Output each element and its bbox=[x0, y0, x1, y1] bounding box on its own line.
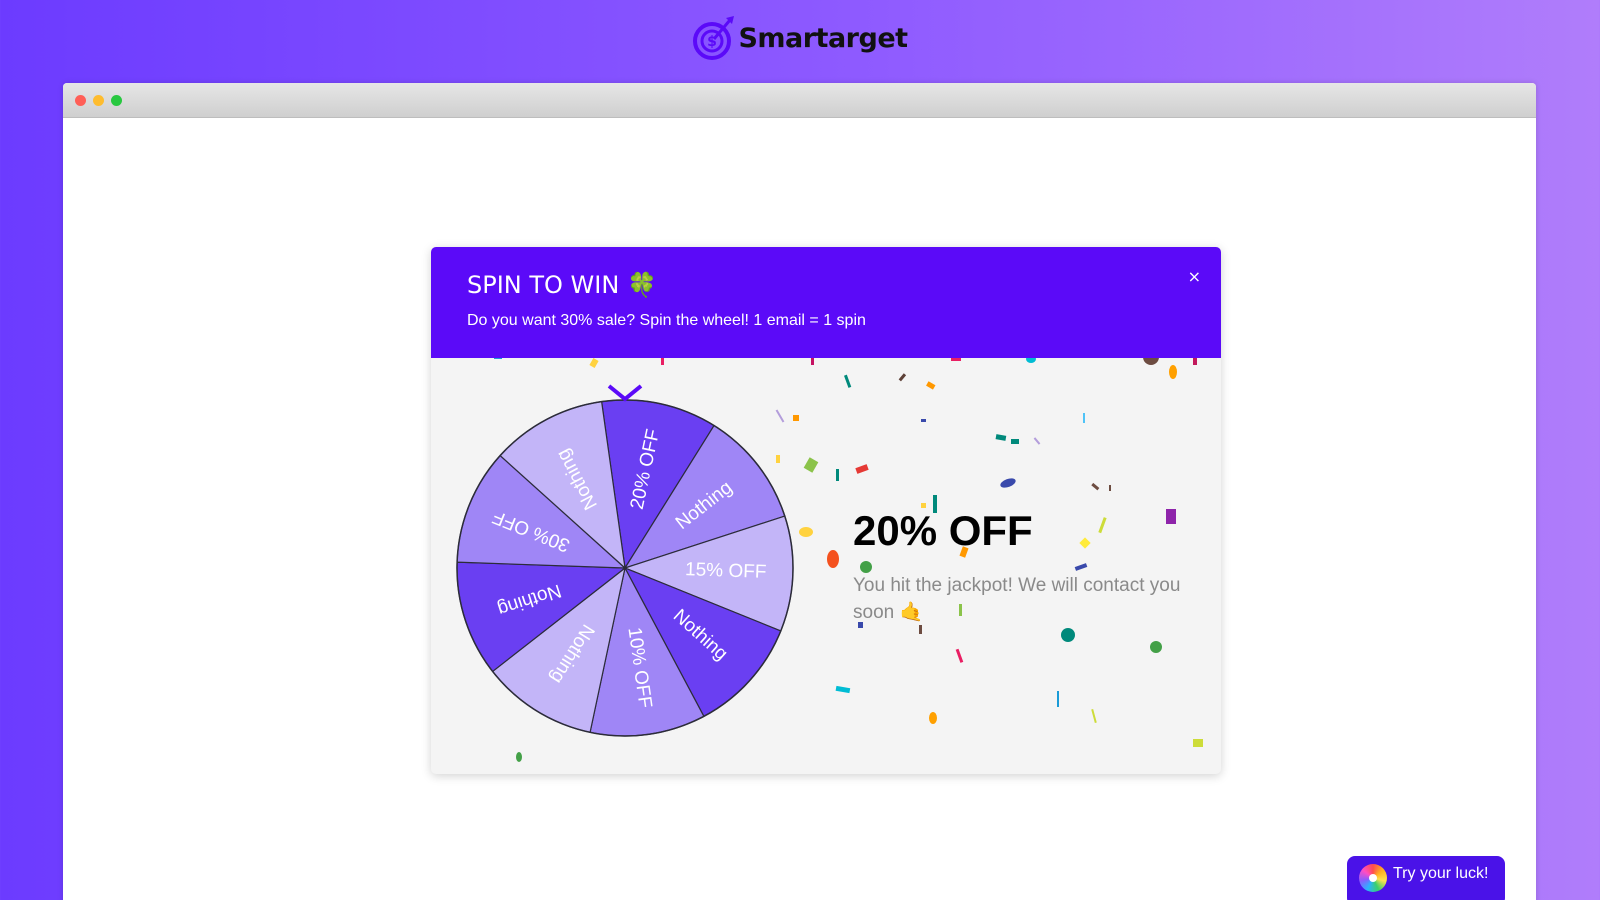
popup-title: SPIN TO WIN 🍀 bbox=[467, 271, 657, 299]
target-logo-icon: $ bbox=[693, 16, 735, 60]
wheel-icon bbox=[1359, 864, 1387, 892]
try-your-luck-label: Try your luck! bbox=[1393, 865, 1489, 882]
spin-popup: SPIN TO WIN 🍀 Do you want 30% sale? Spin… bbox=[431, 247, 1221, 774]
close-window-dot[interactable] bbox=[75, 94, 86, 106]
result-message: You hit the jackpot! We will contact you… bbox=[853, 575, 1181, 623]
close-button[interactable]: × bbox=[1188, 267, 1201, 286]
popup-header: SPIN TO WIN 🍀 Do you want 30% sale? Spin… bbox=[431, 247, 1221, 358]
minimize-window-dot[interactable] bbox=[93, 94, 104, 106]
maximize-window-dot[interactable] bbox=[111, 94, 122, 106]
prize-wheel[interactable]: 20% OFF Nothing 15% OFF Nothing 10% OFF Nothi… bbox=[451, 372, 803, 740]
try-your-luck-button[interactable]: Try your luck! bbox=[1347, 856, 1505, 900]
brand-header: $ Smartarget bbox=[0, 14, 1600, 62]
chevron-down-icon bbox=[607, 384, 643, 402]
wheel-graphic: 20% OFF Nothing15% OFFNothing10% OFFNothi… bbox=[456, 384, 794, 737]
brand-name: Smartarget bbox=[738, 22, 908, 54]
popup-subtitle: Do you want 30% sale? Spin the wheel! 1 … bbox=[467, 312, 866, 329]
wheel-segment-label: 15% OFF bbox=[685, 559, 767, 583]
result-title: 20% OFF bbox=[853, 507, 1033, 554]
browser-titlebar bbox=[63, 83, 1536, 118]
browser-window: SPIN TO WIN 🍀 Do you want 30% sale? Spin… bbox=[63, 83, 1536, 900]
